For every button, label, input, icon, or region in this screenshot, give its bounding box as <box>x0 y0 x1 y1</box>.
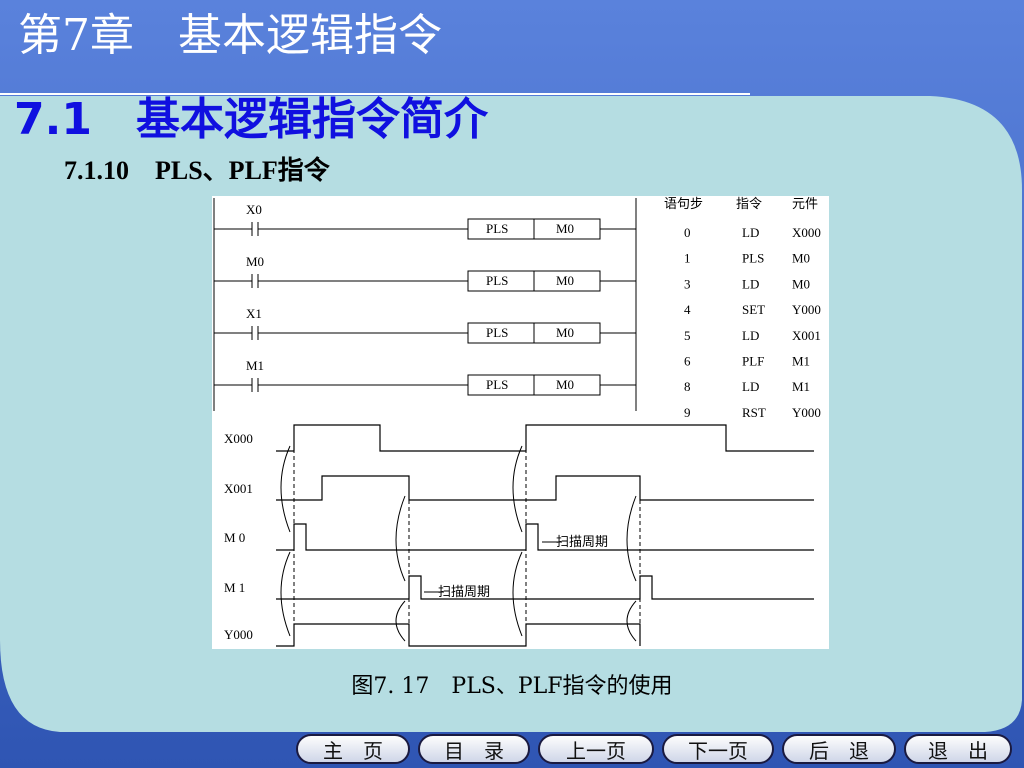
table-cell: M0 <box>792 251 810 266</box>
table-cell: M1 <box>792 354 810 369</box>
scan-period-label: 扫描周期 <box>438 584 490 599</box>
rung-instruction: PLS <box>486 221 508 236</box>
table-cell: SET <box>742 302 765 317</box>
rung-operand: M0 <box>556 273 574 288</box>
table-cell: PLS <box>742 251 764 266</box>
timing-diagram: X000 X001 M 0 M 1 Y000 扫描周期 扫描周期 <box>224 424 814 647</box>
program-table: 语句步 指令 元件 0 LD X000 1 PLS M0 3 LD M0 4 SET Y000 5 LD X… <box>664 196 821 420</box>
subsection-title: 7.1.10 PLS、PLF指令 <box>64 156 330 185</box>
figure-caption: 图7. 17 PLS、PLF指令的使用 <box>351 674 673 699</box>
next-page-button[interactable]: 下一页 <box>662 734 774 764</box>
waveform-x000 <box>276 424 814 452</box>
rung-contact-label: M0 <box>246 254 264 269</box>
table-cell: M1 <box>792 379 810 394</box>
table-cell: 9 <box>684 405 691 420</box>
scan-period-label: 扫描周期 <box>556 534 608 549</box>
waveform-y000 <box>276 623 641 647</box>
section-title: 7.1 基本逻辑指令简介 <box>14 94 488 145</box>
signal-label: M 0 <box>224 530 245 545</box>
rung-operand: M0 <box>556 377 574 392</box>
table-cell: 4 <box>684 302 691 317</box>
previous-page-button[interactable]: 上一页 <box>538 734 654 764</box>
waveform-x001 <box>276 475 814 501</box>
table-cell: 8 <box>684 379 691 394</box>
table-cell: RST <box>742 405 766 420</box>
table-cell: 3 <box>684 276 691 291</box>
rung-instruction: PLS <box>486 325 508 340</box>
table-header: 指令 <box>736 196 762 211</box>
table-cell: Y000 <box>792 302 821 317</box>
chapter-title: 第7章 基本逻辑指令 <box>18 10 442 61</box>
waveform-m0 <box>276 523 814 551</box>
table-header: 语句步 <box>664 196 703 211</box>
table-cell: 5 <box>684 328 691 343</box>
rung-contact-label: M1 <box>246 358 264 373</box>
exit-button[interactable]: 退 出 <box>904 734 1012 764</box>
table-cell: M0 <box>792 276 810 291</box>
table-cell: 6 <box>684 354 691 369</box>
signal-label: M 1 <box>224 580 245 595</box>
contents-button[interactable]: 目 录 <box>418 734 530 764</box>
waveform-m1 <box>276 575 814 600</box>
signal-label: Y000 <box>224 627 253 642</box>
home-button[interactable]: 主 页 <box>296 734 410 764</box>
signal-label: X000 <box>224 431 253 446</box>
back-button[interactable]: 后 退 <box>782 734 896 764</box>
table-cell: LD <box>742 225 759 240</box>
rung-operand: M0 <box>556 221 574 236</box>
rung-instruction: PLS <box>486 273 508 288</box>
table-cell: Y000 <box>792 405 821 420</box>
table-cell: 0 <box>684 225 691 240</box>
rung-contact-label: X1 <box>246 306 262 321</box>
table-cell: X000 <box>792 225 821 240</box>
rung-instruction: PLS <box>486 377 508 392</box>
table-cell: X001 <box>792 328 821 343</box>
pls-plf-figure: X0 PLS M0 M0 PLS M0 X1 PLS M0 M1 PLS M0 … <box>212 196 829 649</box>
table-cell: LD <box>742 379 759 394</box>
table-cell: PLF <box>742 354 764 369</box>
navigation-bar: 主 页 目 录 上一页 下一页 后 退 退 出 <box>296 734 1012 766</box>
rung-operand: M0 <box>556 325 574 340</box>
table-cell: LD <box>742 276 759 291</box>
table-cell: LD <box>742 328 759 343</box>
table-header: 元件 <box>792 196 818 211</box>
table-cell: 1 <box>684 251 691 266</box>
rung-contact-label: X0 <box>246 202 262 217</box>
signal-label: X001 <box>224 481 253 496</box>
